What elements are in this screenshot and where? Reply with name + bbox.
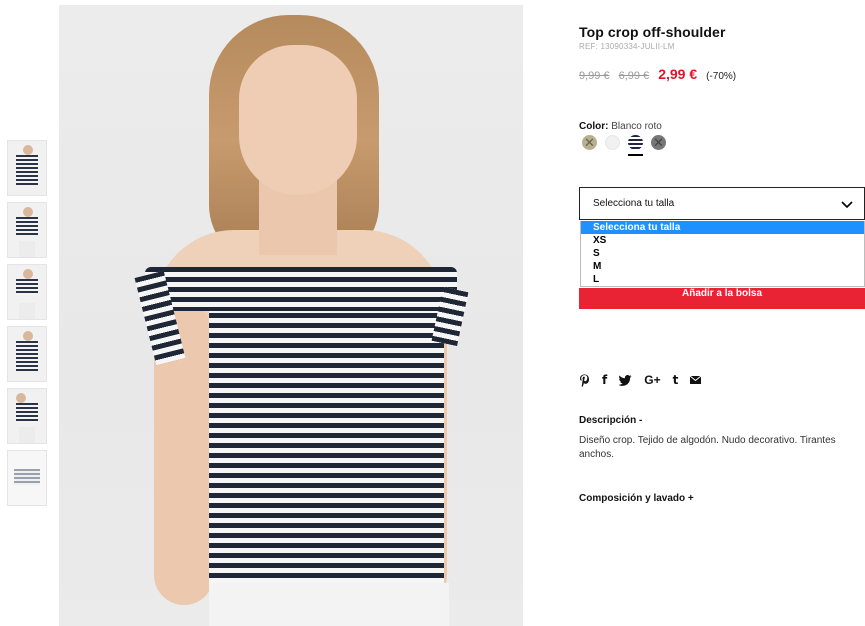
thumbnail-5[interactable] bbox=[7, 388, 47, 444]
product-main-image[interactable] bbox=[59, 5, 523, 626]
size-option-l[interactable]: L bbox=[581, 273, 864, 286]
color-value: Blanco roto bbox=[611, 121, 662, 132]
selected-swatch-indicator bbox=[628, 154, 643, 156]
price-original: 9,99 € bbox=[579, 70, 610, 82]
description-text: Diseño crop. Tejido de algodón. Nudo dec… bbox=[579, 435, 836, 460]
discount-label: (-70%) bbox=[706, 71, 737, 82]
twitter-icon[interactable] bbox=[619, 374, 632, 386]
chevron-down-icon bbox=[841, 201, 853, 209]
size-select-value: Selecciona tu talla bbox=[593, 198, 675, 209]
unavailable-cross-icon: ✕ bbox=[653, 135, 664, 150]
size-dropdown: Selecciona tu talla XS S M L bbox=[580, 221, 865, 287]
unavailable-cross-icon: ✕ bbox=[584, 135, 595, 150]
product-title: Top crop off-shoulder bbox=[579, 24, 726, 40]
google-plus-icon[interactable]: G+ bbox=[644, 373, 660, 387]
add-to-bag-button-base[interactable] bbox=[579, 306, 865, 309]
color-swatches: ✕ ✕ bbox=[582, 135, 674, 150]
price-previous: 6,99 € bbox=[618, 70, 650, 82]
tumblr-icon[interactable]: t bbox=[673, 373, 679, 387]
color-label: Color: Blanco roto bbox=[579, 121, 662, 132]
swatch-white[interactable] bbox=[605, 135, 620, 150]
email-icon[interactable] bbox=[690, 376, 702, 384]
thumbnail-6[interactable] bbox=[7, 450, 47, 506]
swatch-grey[interactable]: ✕ bbox=[651, 135, 666, 150]
description-heading[interactable]: Descripción - bbox=[579, 415, 642, 426]
composition-heading[interactable]: Composición y lavado + bbox=[579, 493, 694, 504]
thumbnail-3[interactable] bbox=[7, 264, 47, 320]
size-option-xs[interactable]: XS bbox=[581, 234, 864, 247]
size-option-placeholder[interactable]: Selecciona tu talla bbox=[581, 221, 864, 234]
facebook-icon[interactable]: f bbox=[602, 373, 607, 387]
swatch-khaki[interactable]: ✕ bbox=[582, 135, 597, 150]
share-icons: f G+ t bbox=[579, 373, 713, 387]
product-ref: REF: 13090334-JULII-LM bbox=[579, 42, 675, 51]
size-option-m[interactable]: M bbox=[581, 260, 864, 273]
thumbnail-1[interactable] bbox=[7, 140, 47, 196]
size-option-s[interactable]: S bbox=[581, 247, 864, 260]
thumbnail-2[interactable] bbox=[7, 202, 47, 258]
swatch-navy-stripe[interactable] bbox=[628, 135, 643, 150]
price-block: 9,99 € 6,99 € 2,99 € (-70%) bbox=[579, 66, 736, 82]
thumbnail-list bbox=[7, 140, 47, 512]
thumbnail-4[interactable] bbox=[7, 326, 47, 382]
price-current: 2,99 € bbox=[658, 66, 698, 82]
color-label-key: Color: bbox=[579, 121, 609, 132]
size-select[interactable]: Selecciona tu talla bbox=[579, 187, 865, 220]
pinterest-icon[interactable] bbox=[579, 374, 590, 387]
